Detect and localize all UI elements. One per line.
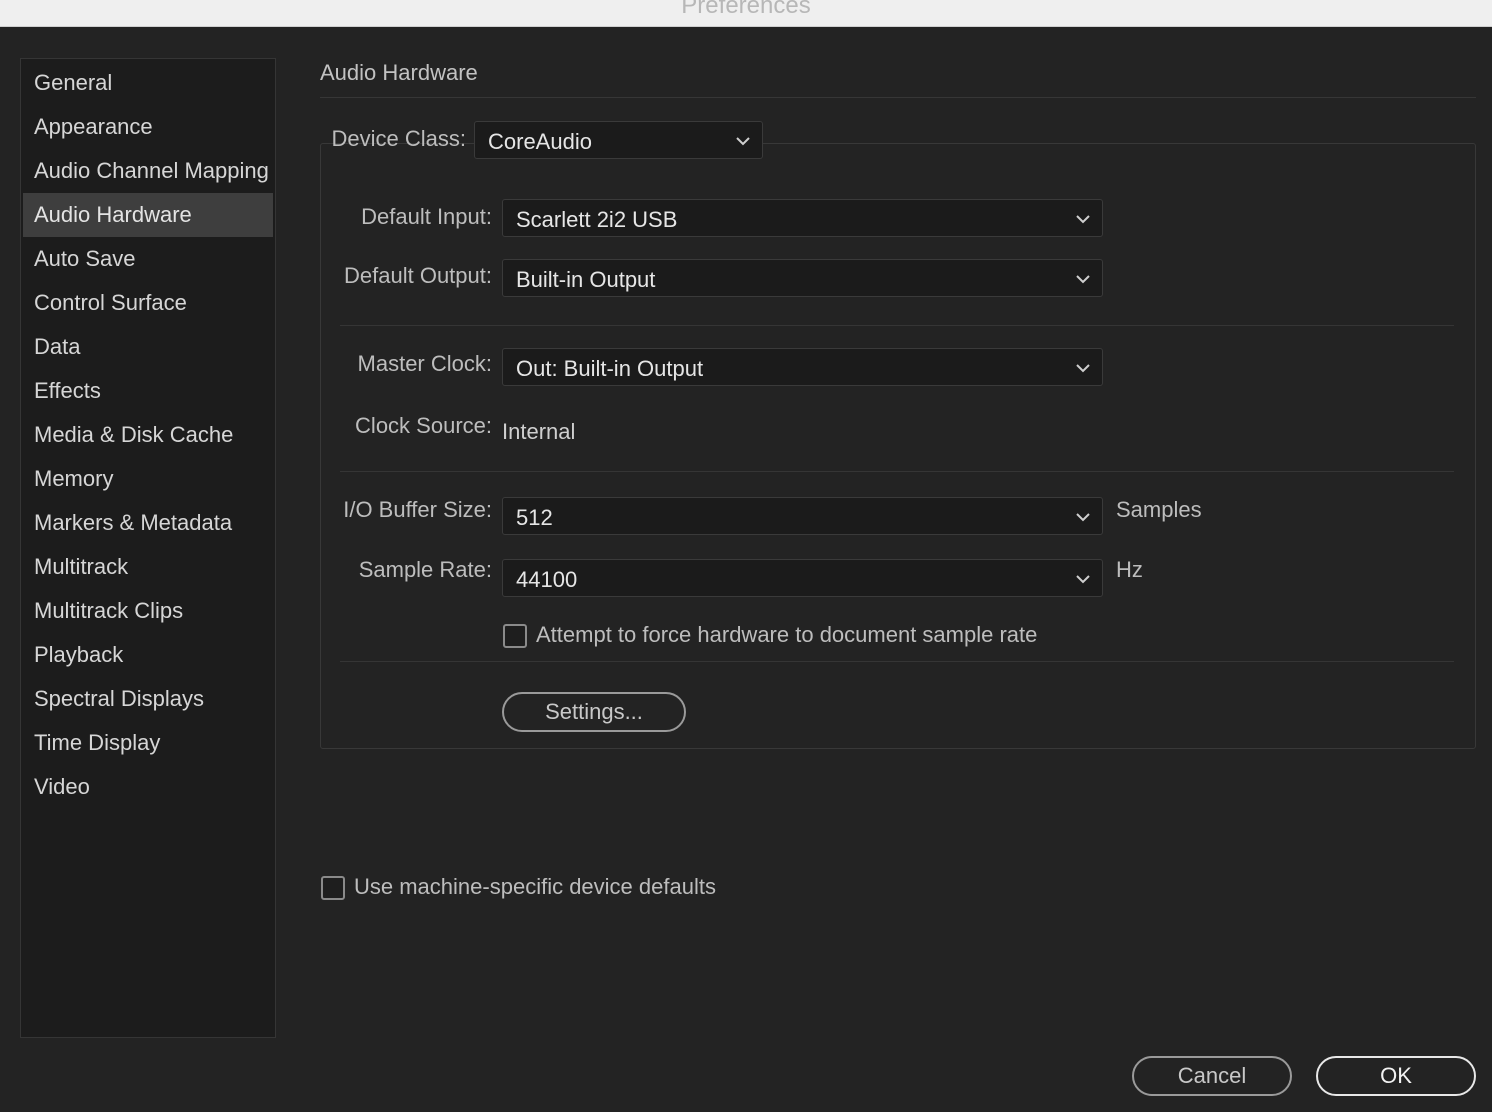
default-input-label: Default Input:: [361, 204, 492, 229]
sample-rate-label: Sample Rate:: [358, 557, 492, 582]
sidebar-item-media-and-disk-cache[interactable]: Media & Disk Cache: [23, 413, 273, 457]
chevron-down-icon: [1076, 215, 1090, 224]
section-divider: [320, 97, 1476, 98]
chevron-down-icon: [1076, 364, 1090, 373]
cancel-button[interactable]: Cancel: [1132, 1056, 1292, 1096]
machine-defaults-label[interactable]: Use machine-specific device defaults: [354, 874, 716, 900]
settings-button[interactable]: Settings...: [502, 692, 686, 732]
default-output-label: Default Output:: [344, 263, 492, 288]
sample-rate-unit: Hz: [1116, 557, 1143, 582]
default-input-dropdown[interactable]: Scarlett 2i2 USB: [502, 199, 1103, 237]
io-buffer-size-dropdown[interactable]: 512: [502, 497, 1103, 535]
divider: [340, 661, 1454, 662]
ok-button[interactable]: OK: [1316, 1056, 1476, 1096]
clock-source-value: Internal: [502, 419, 576, 444]
io-buffer-size-value: 512: [516, 505, 553, 530]
sidebar-item-auto-save[interactable]: Auto Save: [23, 237, 273, 281]
sidebar-item-time-display[interactable]: Time Display: [23, 721, 273, 765]
sidebar-item-audio-channel-mapping[interactable]: Audio Channel Mapping: [23, 149, 273, 193]
sidebar-item-audio-hardware[interactable]: Audio Hardware: [23, 193, 273, 237]
sidebar-item-control-surface[interactable]: Control Surface: [23, 281, 273, 325]
section-title: Audio Hardware: [320, 60, 478, 85]
sidebar-item-spectral-displays[interactable]: Spectral Displays: [23, 677, 273, 721]
sidebar-item-markers-and-metadata[interactable]: Markers & Metadata: [23, 501, 273, 545]
sidebar-item-appearance[interactable]: Appearance: [23, 105, 273, 149]
sample-rate-value: 44100: [516, 567, 578, 592]
chevron-down-icon: [1076, 513, 1090, 522]
device-class-value: CoreAudio: [488, 129, 592, 154]
chevron-down-icon: [1076, 275, 1090, 284]
device-class-dropdown[interactable]: CoreAudio: [474, 121, 763, 159]
machine-defaults-checkbox[interactable]: [321, 876, 345, 900]
divider: [340, 325, 1454, 326]
device-class-label: Device Class:: [331, 126, 466, 151]
io-buffer-size-label: I/O Buffer Size:: [343, 497, 492, 522]
window-title: Preferences: [681, 0, 811, 19]
default-output-value: Built-in Output: [516, 267, 656, 292]
chevron-down-icon: [736, 137, 750, 146]
preferences-sidebar: General Appearance Audio Channel Mapping Au…: [20, 58, 276, 1038]
sidebar-item-general[interactable]: General: [23, 61, 273, 105]
default-output-dropdown[interactable]: Built-in Output: [502, 259, 1103, 297]
sidebar-list: General Appearance Audio Channel Mapping Au…: [21, 59, 275, 809]
divider: [340, 471, 1454, 472]
master-clock-value: Out: Built-in Output: [516, 356, 704, 381]
sidebar-item-playback[interactable]: Playback: [23, 633, 273, 677]
io-buffer-unit: Samples: [1116, 497, 1202, 522]
sidebar-item-data[interactable]: Data: [23, 325, 273, 369]
clock-source-label: Clock Source:: [355, 413, 492, 438]
sidebar-item-multitrack[interactable]: Multitrack: [23, 545, 273, 589]
master-clock-dropdown[interactable]: Out: Built-in Output: [502, 348, 1103, 386]
force-sample-rate-label[interactable]: Attempt to force hardware to document sa…: [536, 622, 1037, 648]
force-sample-rate-checkbox[interactable]: [503, 624, 527, 648]
sidebar-item-multitrack-clips[interactable]: Multitrack Clips: [23, 589, 273, 633]
master-clock-label: Master Clock:: [357, 351, 492, 376]
sidebar-item-memory[interactable]: Memory: [23, 457, 273, 501]
sidebar-item-effects[interactable]: Effects: [23, 369, 273, 413]
chevron-down-icon: [1076, 575, 1090, 584]
title-bar: Preferences: [0, 0, 1492, 27]
sidebar-item-video[interactable]: Video: [23, 765, 273, 809]
default-input-value: Scarlett 2i2 USB: [516, 207, 678, 232]
sample-rate-dropdown[interactable]: 44100: [502, 559, 1103, 597]
